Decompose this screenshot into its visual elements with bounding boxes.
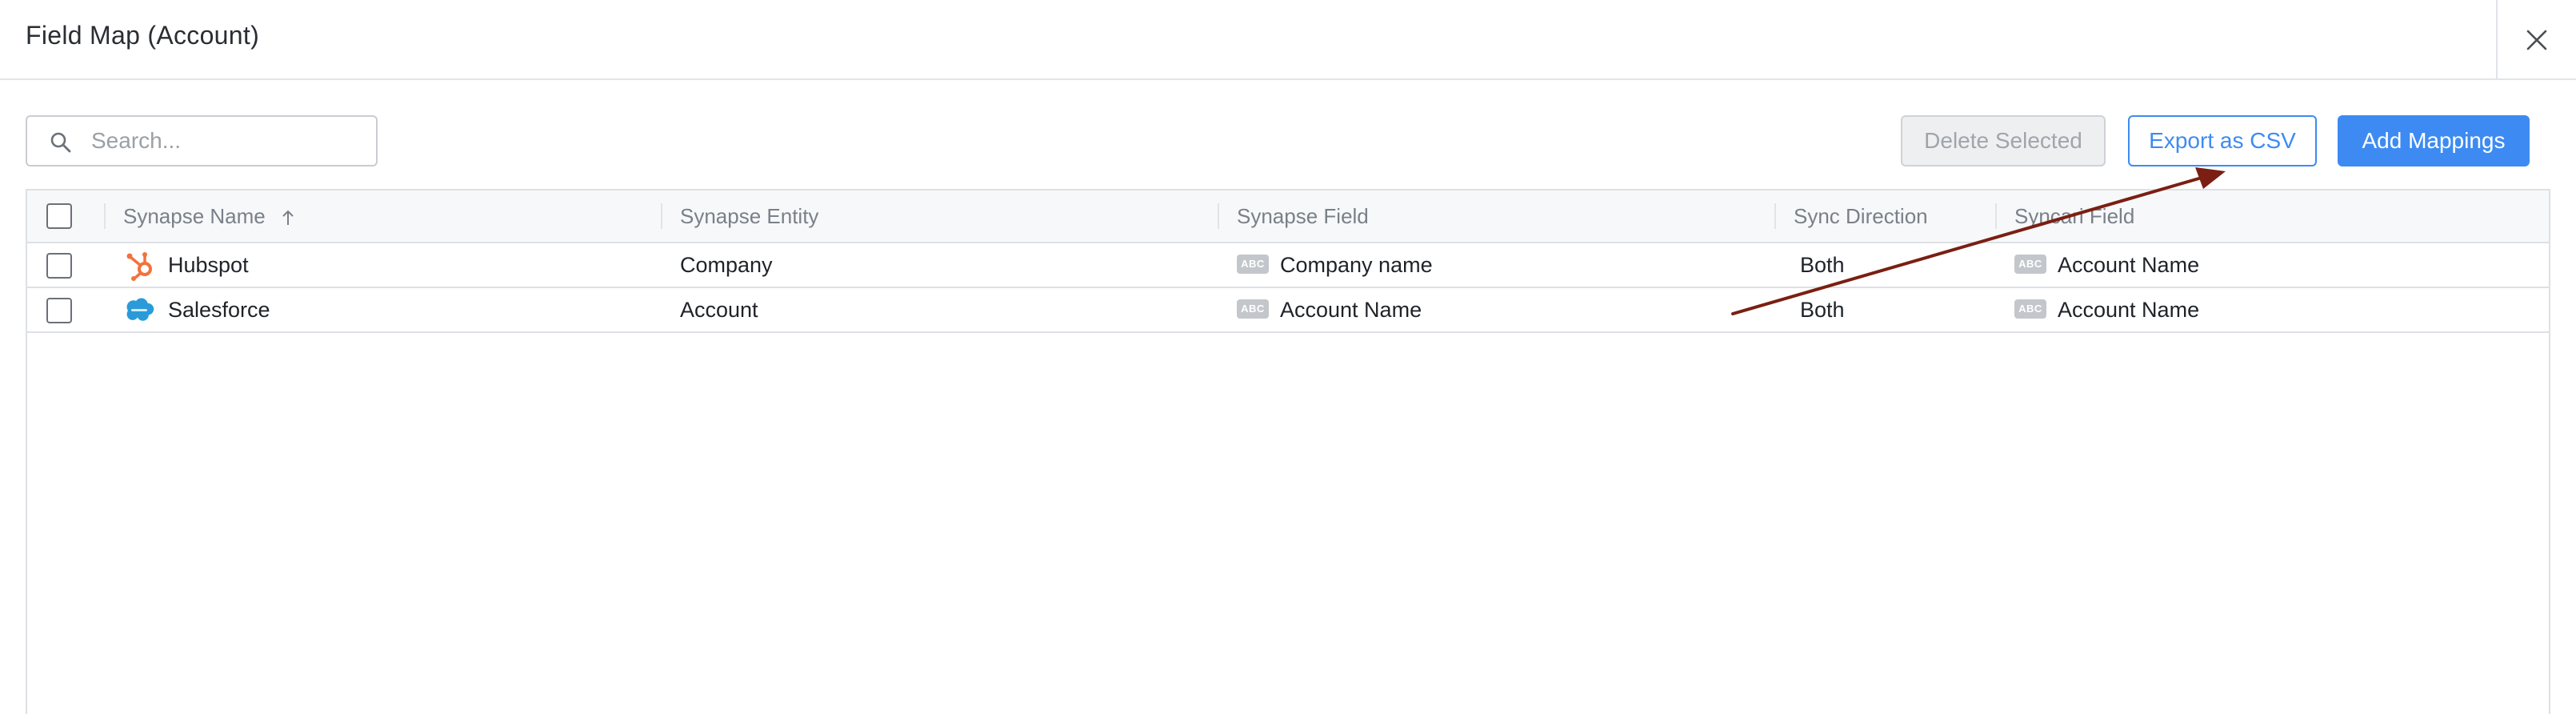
column-header-label: Synapse Name — [123, 204, 266, 228]
column-header-synapse-entity[interactable]: Synapse Entity — [680, 191, 818, 242]
synapse-field-label: Company name — [1280, 253, 1433, 277]
search-icon — [50, 132, 71, 153]
syncari-field-label: Account Name — [2058, 298, 2200, 322]
synapse-field-label: Account Name — [1280, 298, 1422, 322]
table-row[interactable]: Hubspot Company ABC Company name Both ABC… — [27, 243, 2549, 288]
text-type-badge: ABC — [2014, 254, 2046, 274]
row-checkbox[interactable] — [46, 298, 72, 323]
hubspot-logo-icon — [126, 252, 152, 281]
export-csv-button[interactable]: Export as CSV — [2128, 115, 2317, 166]
text-type-badge: ABC — [2014, 299, 2046, 319]
column-header-synapse-field[interactable]: Synapse Field — [1237, 191, 1369, 242]
syncari-field-cell: ABC Account Name — [2014, 288, 2199, 331]
column-divider — [661, 203, 662, 229]
synapse-entity-cell: Account — [680, 298, 758, 322]
close-button[interactable] — [2496, 0, 2576, 80]
column-header-synapse-name[interactable]: Synapse Name — [123, 191, 295, 242]
column-divider — [1774, 203, 1776, 229]
text-type-badge: ABC — [1237, 299, 1269, 319]
sync-direction-cell: Both — [1800, 298, 1845, 322]
salesforce-logo-icon — [126, 298, 154, 321]
row-checkbox[interactable] — [46, 253, 72, 279]
sync-direction-cell: Both — [1800, 253, 1845, 277]
add-mappings-button[interactable]: Add Mappings — [2338, 115, 2530, 166]
column-header-sync-direction[interactable]: Sync Direction — [1794, 191, 1928, 242]
syncari-field-cell: ABC Account Name — [2014, 243, 2199, 287]
column-header-syncari-field[interactable]: Syncari Field — [2014, 191, 2134, 242]
table-row[interactable]: Salesforce Account ABC Account Name Both … — [27, 288, 2549, 333]
field-map-table: Synapse Name Synapse Entity Synapse Fiel… — [26, 189, 2550, 714]
close-icon[interactable] — [2526, 29, 2548, 51]
delete-selected-button[interactable]: Delete Selected — [1901, 115, 2106, 166]
select-all-checkbox[interactable] — [46, 203, 72, 229]
column-divider — [104, 203, 106, 229]
column-divider — [1995, 203, 1997, 229]
search-box[interactable] — [26, 115, 378, 166]
synapse-field-cell: ABC Account Name — [1237, 288, 1422, 331]
synapse-entity-cell: Company — [680, 253, 773, 277]
synapse-field-cell: ABC Company name — [1237, 243, 1433, 287]
text-type-badge: ABC — [1237, 254, 1269, 274]
syncari-field-label: Account Name — [2058, 253, 2200, 277]
dialog-header: Field Map (Account) — [0, 0, 2576, 80]
dialog-title: Field Map (Account) — [26, 21, 260, 50]
synapse-name-cell: Salesforce — [168, 298, 270, 322]
column-divider — [1218, 203, 1219, 229]
synapse-name-cell: Hubspot — [168, 253, 249, 277]
table-header: Synapse Name Synapse Entity Synapse Fiel… — [27, 191, 2549, 243]
field-map-dialog: Field Map (Account) Delete Selected Expo… — [0, 0, 2576, 714]
search-input[interactable] — [91, 123, 363, 158]
sort-ascending-icon[interactable] — [281, 208, 295, 227]
